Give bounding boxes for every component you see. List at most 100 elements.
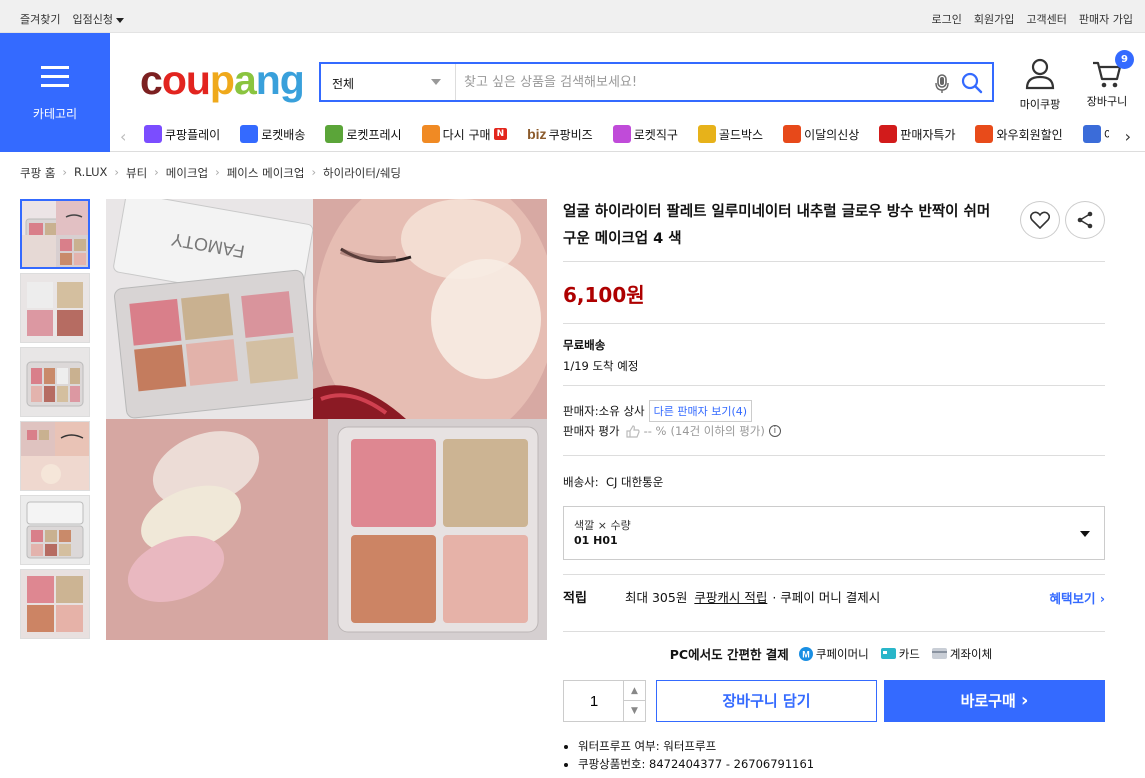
seller-rating-row: 판매자 평가 -- % (14건 이하의 평가) i xyxy=(563,423,781,439)
seller-signup-link[interactable]: 판매자 가입 xyxy=(1079,11,1133,27)
service-nav-item[interactable]: 골드박스 xyxy=(697,125,763,143)
divider xyxy=(563,574,1105,575)
service-nav-label: 로켓직구 xyxy=(633,127,678,142)
divider xyxy=(563,631,1105,632)
hamburger-icon xyxy=(41,66,69,93)
service-nav-items: 쿠팡플레이 로켓배송 로켓프레시 다시 구매 N biz 쿠팡비즈 로켓직구 골드박스 이달의신상… xyxy=(144,125,1109,143)
coupang-logo[interactable]: coupang xyxy=(140,57,305,104)
breadcrumb: 쿠팡 홈 › R.LUX › 뷰티 › 메이크업 › 페이스 메이크업 › 하이라이터/쉐딩 xyxy=(20,165,401,181)
service-nav-item[interactable]: biz 쿠팡비즈 xyxy=(527,125,593,143)
category-button[interactable]: 카테고리 xyxy=(0,33,110,152)
seller-rating-note: (14건 이하의 평가) xyxy=(670,424,765,438)
seller-rating-value: -- % xyxy=(643,424,667,438)
coupay-icon: M xyxy=(798,646,813,661)
biz-icon: biz xyxy=(527,126,547,142)
product-thumbnail[interactable] xyxy=(20,569,90,639)
chevron-left-icon[interactable]: ‹ xyxy=(120,127,126,146)
chevron-down-icon xyxy=(115,17,124,23)
breadcrumb-item[interactable]: 쿠팡 홈 xyxy=(20,165,55,181)
favorites-link[interactable]: 즐겨찾기 xyxy=(20,11,60,27)
product-thumbnail[interactable] xyxy=(20,421,90,491)
bank-transfer-label: 계좌이체 xyxy=(949,646,993,661)
arrival-date: 1/19 도착 예정 xyxy=(563,359,639,373)
product-price: 6,100원 xyxy=(563,283,645,307)
quantity-input[interactable] xyxy=(564,681,624,721)
cart-button[interactable]: 9 장바구니 xyxy=(1082,50,1134,109)
divider xyxy=(563,455,1105,456)
chevron-right-icon: › xyxy=(311,165,317,179)
service-icon xyxy=(325,125,344,143)
option-value: 01 H01 xyxy=(574,534,618,547)
breadcrumb-item[interactable]: 페이스 메이크업 xyxy=(227,165,305,181)
my-coupang-label: 마이쿠팡 xyxy=(1019,98,1061,111)
seller-row: 판매자: 소유 상사 다른 판매자 보기(4) xyxy=(563,400,753,422)
service-icon xyxy=(144,125,162,143)
divider xyxy=(563,323,1105,324)
category-label: 카테고리 xyxy=(32,107,78,121)
heart-icon xyxy=(1030,211,1050,229)
search-bar: 전체 xyxy=(319,62,994,102)
signup-link[interactable]: 회원가입 xyxy=(974,11,1014,27)
service-nav-label: 다시 구매 xyxy=(442,127,491,142)
top-utility-bar: 즐겨찾기 입점신청 로그인 회원가입 고객센터 판매자 가입 xyxy=(0,0,1145,33)
other-sellers-button[interactable]: 다른 판매자 보기(4) xyxy=(648,400,753,422)
service-icon xyxy=(240,125,259,143)
option-label: 색깔 × 수량 xyxy=(574,519,631,532)
chevron-up-icon[interactable]: ▲ xyxy=(623,681,645,701)
product-info: 얼굴 하이라이터 팔레트 일루미네이터 내추럴 글로우 방수 반짝이 쉬머 구운… xyxy=(563,199,1105,771)
product-title: 얼굴 하이라이터 팔레트 일루미네이터 내추럴 글로우 방수 반짝이 쉬머 구운… xyxy=(563,204,991,247)
service-nav-item[interactable]: 로켓배송 xyxy=(240,125,305,143)
seller-prefix: 판매자: xyxy=(563,404,599,418)
chevron-right-icon: › xyxy=(114,165,119,179)
share-button[interactable] xyxy=(1065,201,1105,239)
search-input[interactable] xyxy=(464,70,924,94)
search-icon[interactable] xyxy=(961,72,983,98)
service-nav-item[interactable]: 이 xyxy=(1082,125,1109,143)
add-to-cart-button[interactable]: 장바구니 담기 xyxy=(656,680,877,722)
microphone-icon[interactable] xyxy=(935,74,949,98)
product-thumbnail[interactable] xyxy=(20,347,90,417)
breadcrumb-item[interactable]: R.LUX xyxy=(74,165,107,181)
chevron-down-icon[interactable]: ▼ xyxy=(623,701,645,721)
triangle-down-icon xyxy=(431,79,441,85)
breadcrumb-item[interactable]: 하이라이터/쉐딩 xyxy=(323,165,401,181)
product-thumbnail[interactable] xyxy=(20,273,90,343)
chevron-right-icon: › xyxy=(62,165,68,179)
service-nav-label: 로켓배송 xyxy=(261,127,306,142)
service-nav-label: 이 xyxy=(1104,126,1109,143)
breadcrumb-item[interactable]: 메이크업 xyxy=(166,165,208,181)
chevron-right-icon[interactable]: › xyxy=(1125,127,1131,146)
service-nav-item[interactable]: 와우회원할인 xyxy=(975,125,1063,143)
service-nav-item[interactable]: 다시 구매 N xyxy=(421,125,508,143)
info-icon[interactable]: i xyxy=(768,425,781,437)
breadcrumb-item[interactable]: 뷰티 xyxy=(126,165,147,181)
coupay-money-item: M 쿠페이머니 xyxy=(798,646,869,662)
wishlist-button[interactable] xyxy=(1020,201,1060,239)
service-nav-item[interactable]: 이달의신상 xyxy=(783,125,859,143)
cart-count-badge: 9 xyxy=(1115,50,1134,69)
benefits-link[interactable]: 혜택보기 › xyxy=(1049,588,1105,607)
service-nav-label: 판매자특가 xyxy=(900,127,956,142)
search-category-select[interactable]: 전체 xyxy=(321,64,456,100)
service-nav-item[interactable]: 판매자특가 xyxy=(879,125,955,143)
carrier-row: 배송사: CJ 대한통운 xyxy=(563,474,663,490)
store-apply-link[interactable]: 입점신청 xyxy=(72,11,124,27)
service-nav-label: 쿠팡비즈 xyxy=(548,127,593,142)
service-nav-item[interactable]: 쿠팡플레이 xyxy=(144,125,220,143)
cash-reward-link[interactable]: 쿠팡캐시 적립 xyxy=(694,587,767,606)
customer-center-link[interactable]: 고객센터 xyxy=(1026,11,1066,27)
reward-title: 적립 xyxy=(563,591,587,606)
service-nav-label: 쿠팡플레이 xyxy=(165,127,221,142)
buy-now-button[interactable]: 바로구매 › xyxy=(884,680,1105,722)
service-nav-item[interactable]: 로켓직구 xyxy=(612,125,678,143)
product-main-image[interactable]: FAMOTY xyxy=(106,199,547,640)
my-coupang-button[interactable]: 마이쿠팡 xyxy=(1013,58,1067,112)
service-nav-item[interactable]: 로켓프레시 xyxy=(325,125,402,143)
product-thumbnail[interactable] xyxy=(20,495,90,565)
seller-rating-label: 판매자 평가 xyxy=(563,424,620,438)
product-thumbnail[interactable] xyxy=(20,199,90,269)
login-link[interactable]: 로그인 xyxy=(932,11,962,27)
bank-transfer-item: 계좌이체 xyxy=(931,646,993,662)
option-select[interactable]: 색깔 × 수량 01 H01 xyxy=(563,506,1105,560)
seller-name[interactable]: 소유 상사 xyxy=(599,403,645,419)
